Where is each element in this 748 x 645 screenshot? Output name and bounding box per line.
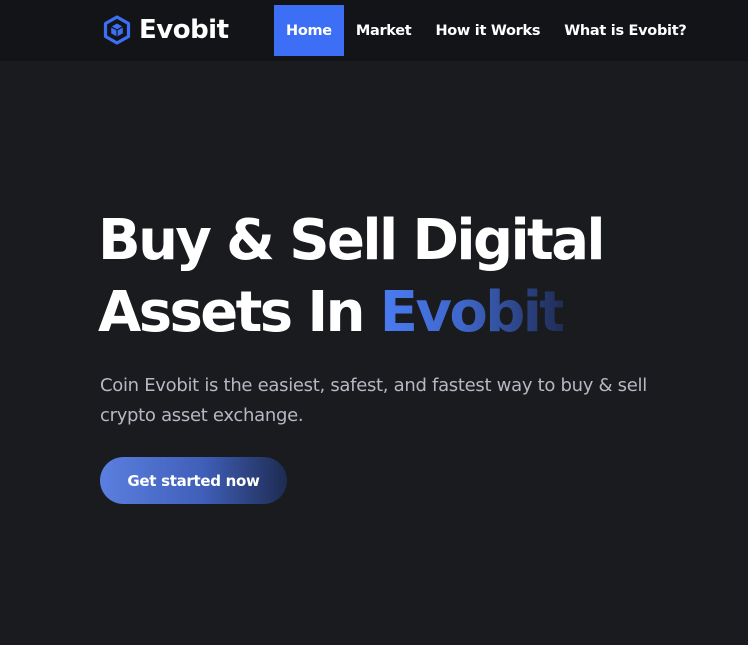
brand-logo[interactable]: Evobit [103,15,229,45]
get-started-button[interactable]: Get started now [100,457,287,504]
hero-title: Buy & Sell Digital Assets In Evobit [98,205,606,349]
brand-name: Evobit [139,15,229,45]
nav-item-how-it-works[interactable]: How it Works [423,5,552,56]
hero-title-line2-prefix: Assets In [98,280,380,345]
cube-icon [103,15,131,45]
hero-title-accent: Evobit [379,280,566,345]
nav-item-what-is-evobit[interactable]: What is Evobit? [552,5,698,56]
nav-item-market[interactable]: Market [344,5,424,56]
page: Evobit Home Market How it Works What is … [0,0,748,645]
hero-description: Coin Evobit is the easiest, safest, and … [100,375,647,426]
nav-item-home[interactable]: Home [274,5,344,56]
navbar: Evobit Home Market How it Works What is … [0,0,748,61]
main-nav: Home Market How it Works What is Evobit? [274,5,698,56]
hero-title-line1: Buy & Sell Digital [98,208,606,273]
